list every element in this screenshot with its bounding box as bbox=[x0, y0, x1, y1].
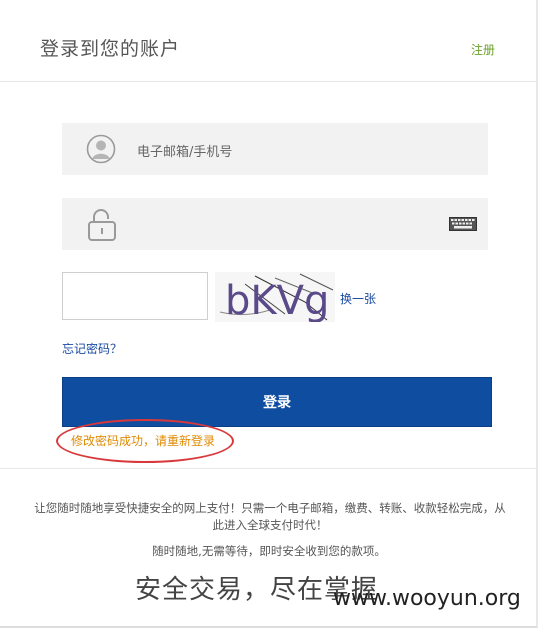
username-field[interactable]: 电子邮箱/手机号 bbox=[62, 123, 488, 175]
captcha-refresh-link[interactable]: 换一张 bbox=[340, 290, 376, 307]
status-message: 修改密码成功，请重新登录 bbox=[71, 434, 216, 448]
register-link[interactable]: 注册 bbox=[471, 41, 495, 58]
footer-description: 让您随时随地享受快捷安全的网上支付！只需一个电子邮箱，缴费、转账、收款轻松完成，… bbox=[34, 501, 506, 532]
page-title: 登录到您的账户 bbox=[40, 38, 181, 60]
user-icon bbox=[86, 134, 116, 164]
divider bbox=[0, 468, 536, 469]
header: 登录到您的账户 注册 bbox=[0, 0, 536, 82]
captcha-image[interactable]: bKVg bbox=[215, 272, 335, 324]
keyboard-icon[interactable] bbox=[449, 216, 477, 231]
footer-note: 随时随地,无需等待，即时安全收到您的款项。 bbox=[152, 544, 386, 558]
username-placeholder: 电子邮箱/手机号 bbox=[137, 145, 233, 160]
lock-icon bbox=[86, 207, 118, 243]
password-field[interactable] bbox=[62, 198, 488, 250]
captcha-text: bKVg bbox=[225, 278, 329, 322]
captcha-input[interactable] bbox=[62, 272, 208, 320]
forgot-password-link[interactable]: 忘记密码？ bbox=[62, 340, 122, 357]
watermark: www.wooyun.org bbox=[333, 586, 521, 611]
